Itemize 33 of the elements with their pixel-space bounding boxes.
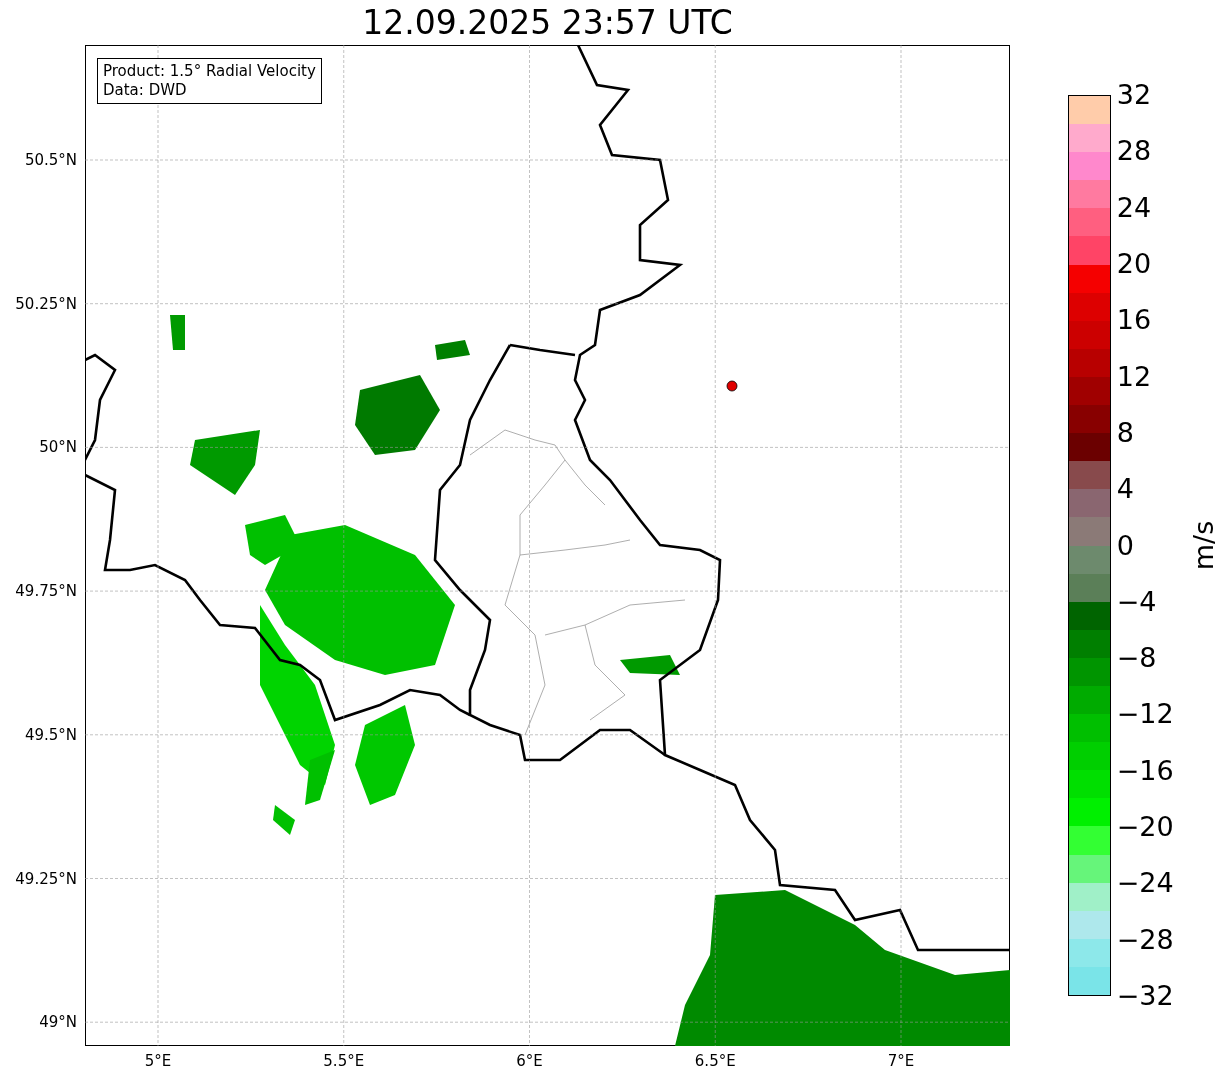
colorbar-label: −12 (1116, 699, 1174, 730)
colorbar-label: 8 (1116, 417, 1134, 448)
longitude-label: 7°E (887, 1052, 915, 1070)
colorbar-label: −32 (1116, 981, 1174, 1011)
info-text: Data: DWD (103, 81, 188, 100)
colorbar-unit: m/s (1187, 520, 1219, 571)
longitude-label: 6.5°E (694, 1052, 736, 1070)
colorbar-label: 32 (1116, 80, 1152, 110)
colorbar-label: 4 (1116, 474, 1134, 505)
latitude-label: 49°N (39, 1013, 77, 1032)
colorbar-label: −16 (1116, 755, 1174, 786)
colorbar-label: 16 (1116, 305, 1152, 336)
latitude-label: 50°N (39, 438, 77, 457)
colorbar-label: 24 (1116, 192, 1152, 223)
colorbar-label: −20 (1116, 812, 1174, 843)
colorbar-label: −28 (1116, 924, 1174, 955)
longitude-label: 5°E (144, 1052, 172, 1070)
latitude-label: 50.25°N (15, 294, 77, 313)
longitude-label: 5.5°E (323, 1052, 365, 1070)
colorbar-label: 28 (1116, 136, 1152, 167)
info-text: Product: 1.5° Radial Velocity (103, 62, 316, 81)
colorbar-label: 0 (1116, 530, 1134, 561)
colorbar-label: −24 (1116, 868, 1174, 899)
colorbar-label: −4 (1116, 586, 1157, 617)
latitude-label: 49.5°N (24, 725, 77, 744)
latitude-label: 49.75°N (15, 582, 77, 601)
colorbar-label: −8 (1116, 643, 1157, 674)
longitude-label: 6°E (516, 1052, 543, 1070)
chart-title: 12.09.2025 23:57 UTC (361, 2, 734, 44)
colorbar-label: 20 (1116, 248, 1152, 279)
colorbar-label: 12 (1116, 361, 1152, 392)
latitude-label: 50.5°N (24, 151, 77, 169)
latitude-label: 49.25°N (15, 869, 77, 888)
